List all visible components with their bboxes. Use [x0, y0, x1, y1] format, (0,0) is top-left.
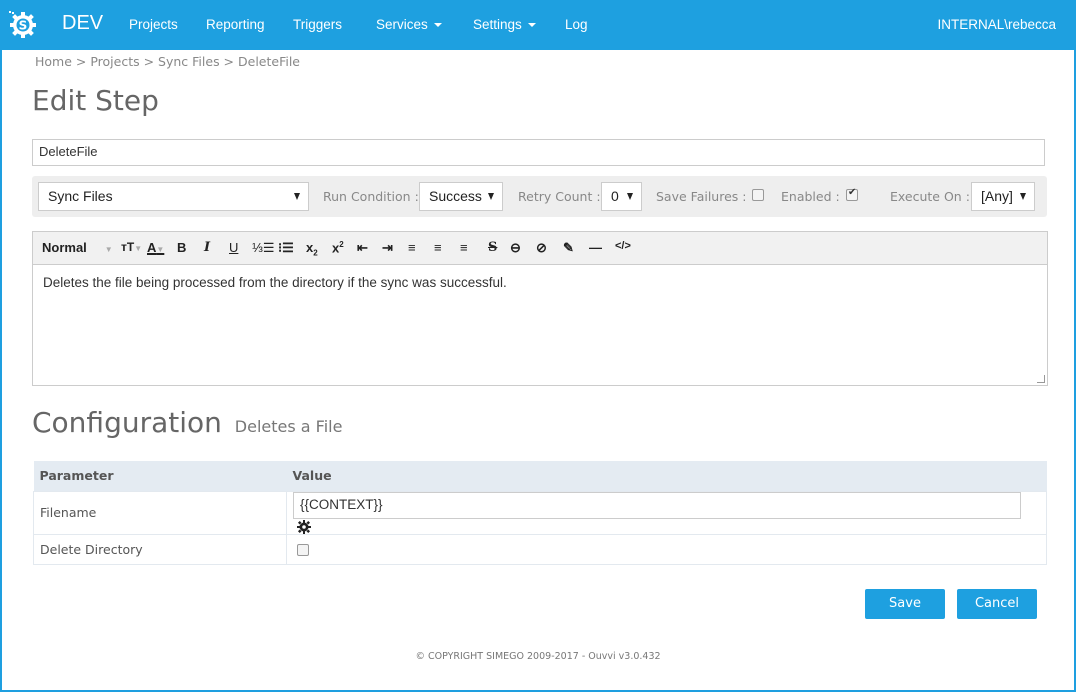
ordered-list-icon[interactable]: ⅓☰ [252, 240, 275, 256]
retry-count-label: Retry Count : [518, 189, 601, 204]
bold-icon[interactable]: B [177, 240, 186, 255]
format-select[interactable]: Normal ▼ [42, 240, 113, 255]
nav-triggers[interactable]: Triggers [293, 17, 342, 32]
nav-projects-label: Projects [129, 17, 178, 32]
svg-text:S: S [19, 19, 28, 33]
editor-toolbar: Normal ▼ тT▼ A▼ B I U ⅓☰ ⁝☰ x2 x2 ⇤ ⇥ ≡ ≡… [33, 232, 1047, 265]
cancel-button[interactable]: Cancel [957, 589, 1037, 619]
breadcrumb-project[interactable]: Sync Files [158, 54, 220, 69]
parameter-value-cell: {{CONTEXT}} [286, 490, 1047, 535]
retry-count-select[interactable]: 0 [601, 182, 642, 211]
configuration-title: Configuration [32, 406, 222, 439]
dropdown-arrow-icon [294, 193, 300, 200]
align-center-icon[interactable]: ≡ [434, 240, 442, 255]
breadcrumb-projects[interactable]: Projects [90, 54, 139, 69]
dropdown-arrow-icon [627, 193, 633, 200]
outdent-icon[interactable]: ⇤ [357, 240, 368, 256]
editor-content[interactable]: Deletes the file being processed from th… [33, 265, 1047, 300]
dropdown-arrow-icon [1020, 193, 1026, 200]
save-button[interactable]: Save [865, 589, 945, 619]
nav-log-label: Log [565, 17, 588, 32]
align-right-icon[interactable]: ≡ [460, 240, 468, 255]
parameter-name: Filename [33, 490, 287, 535]
top-navbar: S DEV Projects Reporting Triggers Servic… [0, 0, 1076, 50]
nav-reporting-label: Reporting [206, 17, 265, 32]
column-header-value: Value [286, 461, 1047, 491]
delete-directory-checkbox[interactable] [297, 544, 309, 556]
project-select[interactable]: Sync Files [38, 182, 309, 211]
gear-icon[interactable] [297, 520, 311, 534]
nav-triggers-label: Triggers [293, 17, 343, 32]
enabled-label: Enabled : [781, 189, 840, 204]
subscript-icon[interactable]: x2 [306, 240, 318, 258]
run-condition-select[interactable]: Success [419, 182, 503, 211]
execute-on-label: Execute On : [890, 189, 970, 204]
filename-input[interactable]: {{CONTEXT}} [293, 491, 1021, 519]
nav-reporting[interactable]: Reporting [206, 17, 265, 32]
breadcrumb-current: DeleteFile [238, 54, 300, 69]
nav-settings[interactable]: Settings [473, 17, 536, 32]
configuration-subtitle: Deletes a File [234, 417, 343, 436]
horizontal-rule-icon[interactable]: — [589, 240, 602, 255]
format-value: Normal [42, 240, 87, 255]
nav-services[interactable]: Services [376, 17, 442, 32]
page-title: Edit Step [32, 84, 159, 117]
project-select-value: Sync Files [48, 188, 113, 204]
run-condition-value: Success [429, 188, 482, 204]
configuration-heading: Configuration Deletes a File [32, 406, 342, 439]
breadcrumb-separator: > [71, 54, 91, 69]
rich-text-editor: Normal ▼ тT▼ A▼ B I U ⅓☰ ⁝☰ x2 x2 ⇤ ⇥ ≡ ≡… [32, 231, 1048, 386]
step-options-bar: Sync Files Run Condition : Success Retry… [32, 176, 1047, 217]
parameter-value-cell [286, 534, 1047, 565]
execute-on-select[interactable]: [Any] [971, 182, 1035, 211]
link-icon[interactable]: ⊖ [510, 240, 521, 256]
breadcrumb-separator: > [219, 54, 238, 69]
text-color-icon[interactable]: A▼ [147, 240, 164, 255]
nav-projects[interactable]: Projects [129, 17, 178, 32]
underline-icon[interactable]: U [229, 240, 238, 255]
clear-format-icon[interactable]: ✎ [563, 240, 574, 256]
parameters-table: Parameter Value Filename {{CONTEXT}} Del… [33, 461, 1047, 565]
italic-icon[interactable]: I [204, 240, 210, 255]
caret-down-icon [433, 23, 442, 28]
step-name-input[interactable]: DeleteFile [32, 139, 1045, 166]
nav-settings-label: Settings [473, 17, 522, 32]
table-row: Filename {{CONTEXT}} [33, 490, 1047, 535]
breadcrumb-home[interactable]: Home [35, 54, 72, 69]
save-failures-checkbox[interactable] [752, 189, 764, 201]
save-failures-label: Save Failures : [656, 189, 747, 204]
dropdown-arrow-icon [488, 193, 494, 200]
resize-handle-icon[interactable] [1037, 375, 1045, 383]
parameter-name: Delete Directory [33, 534, 287, 565]
nav-services-label: Services [376, 17, 428, 32]
breadcrumb-separator: > [139, 54, 159, 69]
current-user[interactable]: INTERNAL\rebecca [937, 17, 1056, 32]
strikethrough-icon[interactable]: S [488, 240, 497, 255]
environment-brand[interactable]: DEV [62, 12, 103, 35]
nav-log[interactable]: Log [565, 17, 588, 32]
simego-logo-icon[interactable]: S [8, 9, 38, 39]
retry-count-value: 0 [611, 188, 619, 204]
caret-down-icon [527, 23, 536, 28]
execute-on-value: [Any] [981, 188, 1013, 204]
align-left-icon[interactable]: ≡ [408, 240, 416, 255]
unordered-list-icon[interactable]: ⁝☰ [278, 240, 294, 256]
superscript-icon[interactable]: x2 [332, 240, 344, 255]
unlink-icon[interactable]: ⊘ [536, 240, 547, 256]
code-view-icon[interactable]: </> [615, 240, 631, 252]
indent-icon[interactable]: ⇥ [382, 240, 393, 256]
table-row: Delete Directory [33, 534, 1047, 565]
enabled-checkbox[interactable] [846, 187, 858, 201]
dropdown-arrow-icon: ▼ [104, 245, 113, 254]
font-size-icon[interactable]: тT▼ [121, 240, 142, 254]
column-header-parameter: Parameter [33, 461, 287, 491]
breadcrumb: Home > Projects > Sync Files > DeleteFil… [35, 54, 300, 69]
footer-copyright: © COPYRIGHT SIMEGO 2009-2017 - Ouvvi v3.… [415, 651, 661, 662]
run-condition-label: Run Condition : [323, 189, 419, 204]
